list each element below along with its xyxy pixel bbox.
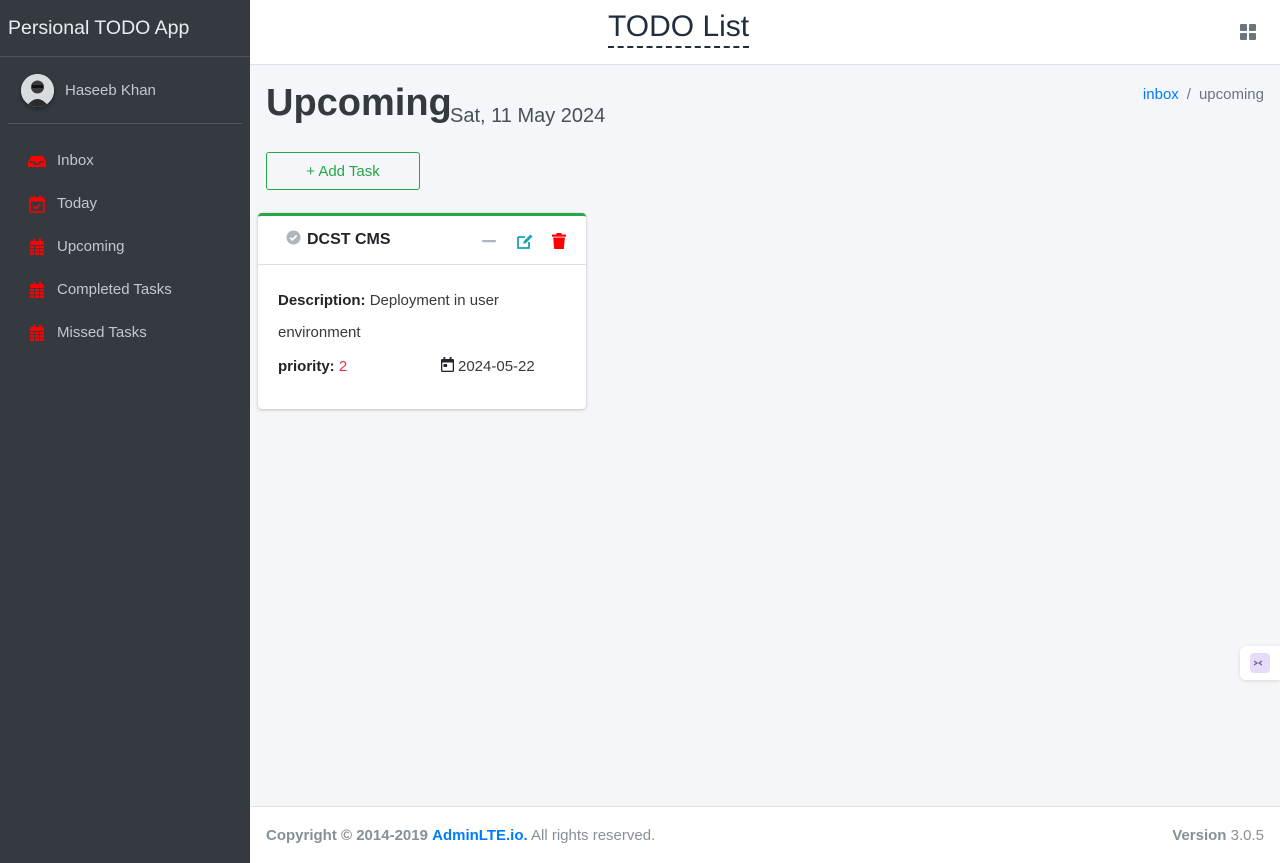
sidebar-item-missed-tasks[interactable]: Missed Tasks bbox=[8, 311, 242, 354]
add-task-button[interactable]: + Add Task bbox=[266, 152, 420, 190]
task-meta: priority: 2 2024-05-22 bbox=[278, 357, 566, 376]
avatar[interactable] bbox=[21, 73, 54, 107]
user-name[interactable]: Haseeb Khan bbox=[65, 82, 156, 99]
card-tools bbox=[480, 232, 568, 250]
sidebar-item-label: Upcoming bbox=[57, 238, 125, 255]
calendar-icon bbox=[30, 281, 44, 298]
footer: Copyright © 2014-2019 AdminLTE.io. All r… bbox=[250, 806, 1280, 863]
brand[interactable]: Persional TODO App bbox=[0, 0, 250, 57]
delete-icon[interactable] bbox=[550, 232, 568, 250]
inbox-icon bbox=[28, 155, 46, 167]
sidebar-item-label: Completed Tasks bbox=[57, 281, 172, 298]
breadcrumb-inbox-link[interactable]: inbox bbox=[1143, 86, 1179, 103]
calendar-icon bbox=[30, 324, 44, 341]
description-label: Description: bbox=[278, 292, 366, 309]
rights-text: All rights reserved. bbox=[531, 826, 656, 844]
sidebar-item-completed-tasks[interactable]: Completed Tasks bbox=[8, 268, 242, 311]
sidebar: Persional TODO App Haseeb Khan Inbox Tod… bbox=[0, 0, 250, 863]
priority-value: 2 bbox=[338, 358, 348, 375]
calendar-day-icon bbox=[441, 357, 454, 376]
grid-icon[interactable] bbox=[1240, 24, 1256, 40]
task-title: DCST CMS bbox=[307, 231, 391, 248]
user-panel: Haseeb Khan bbox=[8, 57, 242, 124]
sidebar-item-label: Inbox bbox=[57, 152, 94, 169]
footer-copyright: Copyright © 2014-2019 AdminLTE.io. All r… bbox=[266, 827, 655, 844]
task-card-header: DCST CMS bbox=[258, 216, 586, 265]
breadcrumb-current: upcoming bbox=[1198, 86, 1264, 103]
adminlte-link[interactable]: AdminLTE.io. bbox=[432, 827, 528, 844]
edit-icon[interactable] bbox=[515, 232, 533, 250]
top-navbar: TODO List bbox=[250, 0, 1280, 65]
task-due-date: 2024-05-22 bbox=[441, 357, 535, 376]
priority-label: priority: bbox=[278, 358, 335, 375]
task-card-body: Description: Deployment in user environm… bbox=[258, 265, 586, 396]
calendar-icon bbox=[30, 238, 44, 255]
page-date: Sat, 11 May 2024 bbox=[450, 105, 606, 127]
sidebar-nav: Inbox Today Upcoming Completed Tasks Mis… bbox=[0, 139, 250, 354]
brand-name[interactable]: Persional TODO App bbox=[8, 17, 189, 40]
sidebar-item-today[interactable]: Today bbox=[8, 182, 242, 225]
sidebar-item-inbox[interactable]: Inbox bbox=[8, 139, 242, 182]
app-title: TODO List bbox=[608, 8, 750, 48]
sidebar-item-label: Today bbox=[57, 195, 98, 212]
breadcrumb-separator: / bbox=[1186, 86, 1191, 103]
version-number: 3.0.5 bbox=[1230, 826, 1264, 844]
task-description: Description: Deployment in user environm… bbox=[278, 285, 538, 349]
sidebar-item-label: Missed Tasks bbox=[57, 324, 147, 341]
sidebar-item-upcoming[interactable]: Upcoming bbox=[8, 225, 242, 268]
page-title: Upcoming bbox=[266, 82, 452, 124]
breadcrumb: inbox / upcoming bbox=[1143, 86, 1264, 103]
due-date-text: 2024-05-22 bbox=[458, 358, 535, 375]
calendar-check-icon bbox=[29, 195, 45, 213]
collapse-icon[interactable] bbox=[480, 232, 498, 250]
task-priority: priority: 2 bbox=[278, 358, 441, 375]
copyright-text: Copyright © 2014-2019 bbox=[266, 826, 428, 844]
side-widget-icon[interactable] bbox=[1240, 646, 1280, 680]
footer-version: Version 3.0.5 bbox=[1172, 827, 1264, 844]
check-circle-icon[interactable] bbox=[286, 230, 301, 250]
version-label: Version bbox=[1172, 826, 1227, 844]
task-card: DCST CMS Description: Deployment in user… bbox=[258, 213, 586, 409]
